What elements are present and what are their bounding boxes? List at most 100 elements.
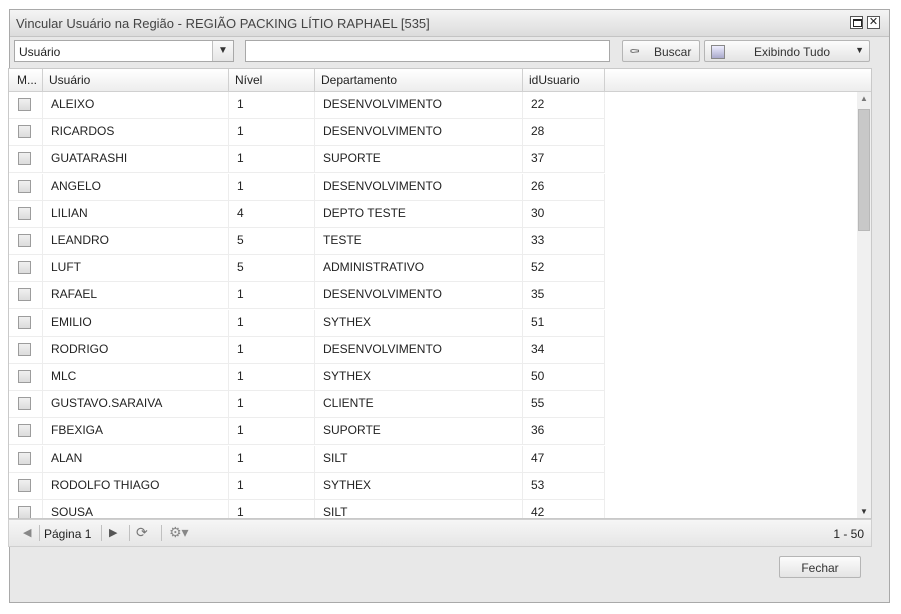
column-header-nivel[interactable]: Nível <box>229 69 315 91</box>
scroll-up-icon[interactable]: ▲ <box>860 94 868 103</box>
row-checkbox[interactable] <box>18 342 31 356</box>
row-checkbox-cell <box>9 472 43 500</box>
table-row[interactable]: RICARDOS 1 DESENVOLVIMENTO 28 <box>9 119 605 147</box>
cell-idusuario: 53 <box>523 472 605 500</box>
search-input[interactable] <box>245 40 610 62</box>
gear-icon[interactable]: ⚙▾ <box>169 524 189 541</box>
column-header-usuario[interactable]: Usuário <box>43 69 229 91</box>
row-checkbox[interactable] <box>18 424 31 438</box>
cell-departamento: DESENVOLVIMENTO <box>315 119 523 147</box>
cell-idusuario: 33 <box>523 228 605 255</box>
row-checkbox[interactable] <box>18 125 31 139</box>
pager-separator <box>39 525 40 541</box>
pager-separator <box>129 525 130 541</box>
cell-idusuario: 30 <box>523 200 605 228</box>
cell-usuario: ANGELO <box>43 173 229 201</box>
row-checkbox[interactable] <box>18 397 31 411</box>
row-checkbox[interactable] <box>18 370 31 383</box>
table-row[interactable]: GUSTAVO.SARAIVA 1 CLIENTE 55 <box>9 391 605 419</box>
table-row[interactable]: GUATARASHI 1 SUPORTE 37 <box>9 146 605 174</box>
table-row[interactable]: RODRIGO 1 DESENVOLVIMENTO 34 <box>9 336 605 364</box>
row-checkbox-cell <box>9 418 43 446</box>
row-checkbox-cell <box>9 92 43 119</box>
cell-idusuario: 22 <box>523 92 605 119</box>
cell-departamento: SUPORTE <box>315 418 523 446</box>
chevron-down-icon[interactable]: ▼ <box>212 41 233 61</box>
table-row[interactable]: MLC 1 SYTHEX 50 <box>9 364 605 391</box>
row-checkbox[interactable] <box>18 315 31 329</box>
table-row[interactable]: ANGELO 1 DESENVOLVIMENTO 26 <box>9 173 605 201</box>
table-row[interactable]: ALEIXO 1 DESENVOLVIMENTO 22 <box>9 92 605 119</box>
table-row[interactable]: LEANDRO 5 TESTE 33 <box>9 228 605 255</box>
scroll-thumb[interactable] <box>858 109 870 231</box>
search-field-select[interactable]: Usuário ▼ <box>14 40 234 62</box>
cell-idusuario: 36 <box>523 418 605 446</box>
table-row[interactable]: FBEXIGA 1 SUPORTE 36 <box>9 418 605 446</box>
row-checkbox[interactable] <box>18 206 31 220</box>
cell-nivel: 1 <box>229 119 315 147</box>
table-row[interactable]: RODOLFO THIAGO 1 SYTHEX 53 <box>9 472 605 500</box>
cell-nivel: 1 <box>229 391 315 419</box>
row-checkbox[interactable] <box>18 506 31 518</box>
row-checkbox[interactable] <box>18 234 31 247</box>
vertical-scrollbar[interactable]: ▲ ▼ <box>857 92 871 518</box>
cell-idusuario: 50 <box>523 364 605 391</box>
column-header-idusuario[interactable]: idUsuario <box>523 69 605 91</box>
row-checkbox[interactable] <box>18 261 31 275</box>
row-checkbox[interactable] <box>18 451 31 465</box>
title-bar[interactable]: Vincular Usuário na Região - REGIÃO PACK… <box>10 10 889 37</box>
cell-nivel: 5 <box>229 255 315 283</box>
exibindo-tudo-button[interactable]: Exibindo Tudo ▼ <box>704 40 870 62</box>
buscar-button[interactable]: ⚰ Buscar <box>622 40 700 62</box>
row-checkbox-cell <box>9 500 43 518</box>
cell-usuario: ALAN <box>43 445 229 473</box>
cell-usuario: RODOLFO THIAGO <box>43 472 229 500</box>
first-page-icon[interactable]: ◀ <box>23 526 31 539</box>
next-page-icon[interactable]: ▶ <box>109 526 117 539</box>
cell-departamento: SILT <box>315 445 523 473</box>
grid-body: ALEIXO 1 DESENVOLVIMENTO 22 RICARDOS 1 DESENVO… <box>9 92 859 518</box>
dropdown-arrow-icon: ▼ <box>855 45 864 55</box>
cell-nivel: 1 <box>229 309 315 337</box>
row-checkbox[interactable] <box>18 179 31 193</box>
column-header-departamento[interactable]: Departamento <box>315 69 523 91</box>
cell-usuario: LEANDRO <box>43 228 229 255</box>
row-checkbox[interactable] <box>18 288 31 302</box>
cell-usuario: EMILIO <box>43 309 229 337</box>
table-row[interactable]: ALAN 1 SILT 47 <box>9 445 605 473</box>
table-row[interactable]: LILIAN 4 DEPTO TESTE 30 <box>9 200 605 228</box>
cell-idusuario: 47 <box>523 445 605 473</box>
cell-usuario: MLC <box>43 364 229 391</box>
cell-nivel: 1 <box>229 500 315 518</box>
cell-departamento: TESTE <box>315 228 523 255</box>
cell-departamento: DESENVOLVIMENTO <box>315 282 523 310</box>
scroll-down-icon[interactable]: ▼ <box>860 507 868 516</box>
pager-separator <box>101 525 102 541</box>
cell-departamento: DESENVOLVIMENTO <box>315 173 523 201</box>
cell-departamento: CLIENTE <box>315 391 523 419</box>
search-field-value: Usuário <box>19 45 61 59</box>
record-range: 1 - 50 <box>833 527 864 541</box>
row-checkbox-cell <box>9 391 43 419</box>
buscar-label: Buscar <box>654 45 692 59</box>
maximize-icon[interactable] <box>850 16 863 29</box>
cell-nivel: 5 <box>229 228 315 255</box>
cell-usuario: FBEXIGA <box>43 418 229 446</box>
cell-usuario: GUATARASHI <box>43 146 229 174</box>
close-icon[interactable]: ✕ <box>867 16 880 29</box>
table-row[interactable]: EMILIO 1 SYTHEX 51 <box>9 309 605 337</box>
table-row[interactable]: SOUSA 1 SILT 42 <box>9 500 605 518</box>
cell-idusuario: 28 <box>523 119 605 147</box>
table-row[interactable]: LUFT 5 ADMINISTRATIVO 52 <box>9 255 605 283</box>
row-checkbox[interactable] <box>18 478 31 492</box>
cell-nivel: 1 <box>229 418 315 446</box>
table-row[interactable]: RAFAEL 1 DESENVOLVIMENTO 35 <box>9 282 605 310</box>
fechar-button[interactable]: Fechar <box>779 556 861 578</box>
page-label: Página 1 <box>44 527 92 541</box>
row-checkbox[interactable] <box>18 98 31 111</box>
cell-usuario: ALEIXO <box>43 92 229 119</box>
refresh-icon[interactable]: ⟳ <box>136 524 148 541</box>
row-checkbox[interactable] <box>18 152 31 166</box>
column-header-mark[interactable]: M... <box>9 69 43 91</box>
row-checkbox-cell <box>9 336 43 364</box>
